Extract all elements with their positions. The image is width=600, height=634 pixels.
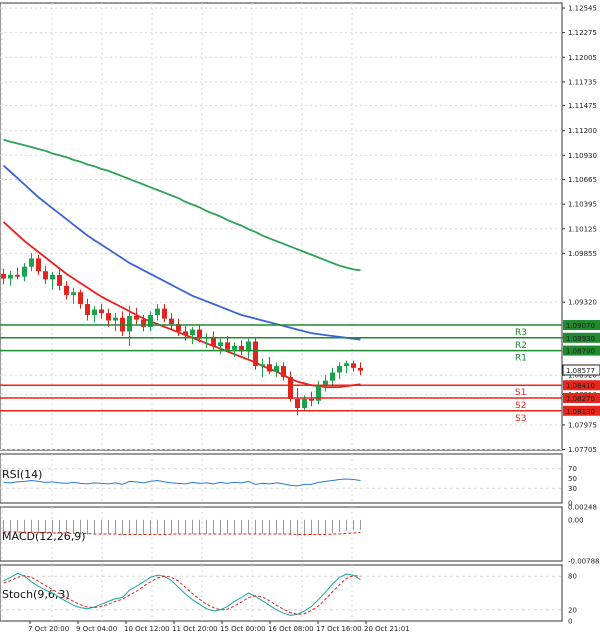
x-tick-label: 7 Oct 20:00 <box>28 625 69 633</box>
candle-body <box>344 363 349 367</box>
stoch-tick-label: 20 <box>568 606 577 614</box>
level-r3-label: R3 <box>515 328 527 338</box>
candle-body <box>358 367 363 371</box>
y-tick-label: 1.11200 <box>568 127 597 135</box>
y-tick-label: 1.12275 <box>568 29 597 37</box>
candle-body <box>281 366 286 378</box>
candle-body <box>50 274 55 280</box>
y-tick-label: 1.12005 <box>568 54 597 62</box>
candle-body <box>274 366 279 372</box>
candle-body <box>29 258 34 267</box>
level-s2-label: S2 <box>515 401 526 411</box>
x-tick-label: 9 Oct 04:00 <box>76 625 117 633</box>
current-price-value: 1.08577 <box>566 367 595 375</box>
candle-body <box>15 274 20 277</box>
y-tick-label: 1.12545 <box>568 5 597 13</box>
y-tick-label: 1.10395 <box>568 201 597 209</box>
level-s3-label: S3 <box>515 414 526 424</box>
candle-body <box>337 366 342 373</box>
candle-body <box>134 315 139 320</box>
y-tick-label: 1.10125 <box>568 225 597 233</box>
x-tick-label: 10 Oct 12:00 <box>124 625 170 633</box>
candle-body <box>169 318 174 325</box>
rsi-tick-label: 30 <box>568 485 577 493</box>
candle-body <box>36 258 41 272</box>
candle-body <box>85 304 90 315</box>
rsi-tick-label: 70 <box>568 465 577 473</box>
rsi-tick-label: 50 <box>568 475 577 483</box>
candle-body <box>190 329 195 336</box>
candle-body <box>99 309 104 314</box>
candle-body <box>155 308 160 315</box>
level-r3-value: 1.09070 <box>566 322 595 330</box>
x-tick-label: 20 Oct 21:01 <box>364 625 410 633</box>
y-tick-label: 1.09320 <box>568 299 597 307</box>
level-s1-value: 1.08410 <box>566 382 595 390</box>
candle-body <box>8 274 13 279</box>
candle-body <box>267 364 272 372</box>
candle-body <box>225 342 230 350</box>
candle-body <box>260 364 265 367</box>
level-s1-label: S1 <box>515 388 526 398</box>
candle-body <box>106 313 111 321</box>
y-tick-label: 1.10665 <box>568 176 597 184</box>
level-s2-value: 1.08270 <box>566 395 595 403</box>
candle-body <box>330 372 335 381</box>
macd-tick-label: 0.00248 <box>568 504 597 512</box>
y-tick-label: 1.07705 <box>568 446 597 454</box>
candle-body <box>295 398 300 409</box>
candle-body <box>1 273 6 279</box>
candle-body <box>232 346 237 350</box>
stoch-title: Stoch(9,6,3) <box>2 588 70 601</box>
stoch-tick-label: 0 <box>568 618 572 626</box>
candle-body <box>218 342 223 347</box>
candle-body <box>351 363 356 368</box>
candle-body <box>71 292 76 295</box>
candle-body <box>253 341 258 367</box>
candle-body <box>309 398 314 401</box>
level-s3-value: 1.08130 <box>566 408 595 416</box>
y-tick-label: 1.07975 <box>568 421 597 429</box>
candle-body <box>57 274 62 286</box>
stoch-tick-label: 80 <box>568 573 577 581</box>
candle <box>253 336 258 370</box>
level-r2-label: R2 <box>515 341 527 351</box>
candle-body <box>288 377 293 399</box>
y-tick-label: 1.10930 <box>568 152 597 160</box>
x-tick-label: 11 Oct 20:00 <box>172 625 218 633</box>
y-tick-label: 1.11475 <box>568 102 597 110</box>
candle-body <box>113 317 118 321</box>
candle-body <box>64 285 69 295</box>
macd-tick-label: -0.00788 <box>568 558 599 566</box>
level-r2-value: 1.08930 <box>566 335 595 343</box>
candle-body <box>302 398 307 409</box>
candle-body <box>162 308 167 319</box>
candle-body <box>43 271 48 280</box>
x-tick-label: 15 Oct 00:00 <box>220 625 266 633</box>
x-tick-label: 17 Oct 16:00 <box>316 625 362 633</box>
level-r1-value: 1.08790 <box>566 348 595 356</box>
y-tick-label: 1.09855 <box>568 250 597 258</box>
candle-body <box>22 266 27 277</box>
candle-body <box>92 309 97 315</box>
chart-canvas: 1.12545 1.12275 1.12005 1.11735 1.11475 1.112… <box>0 0 600 634</box>
y-tick-label: 1.11735 <box>568 78 597 86</box>
candle-body <box>78 292 83 305</box>
rsi-title: RSI(14) <box>2 468 42 481</box>
candle-body <box>127 315 132 332</box>
level-r1-label: R1 <box>515 354 527 364</box>
candle-body <box>183 331 188 336</box>
x-tick-label: 16 Oct 08:00 <box>268 625 314 633</box>
macd-tick-label: 0.00 <box>568 516 584 524</box>
